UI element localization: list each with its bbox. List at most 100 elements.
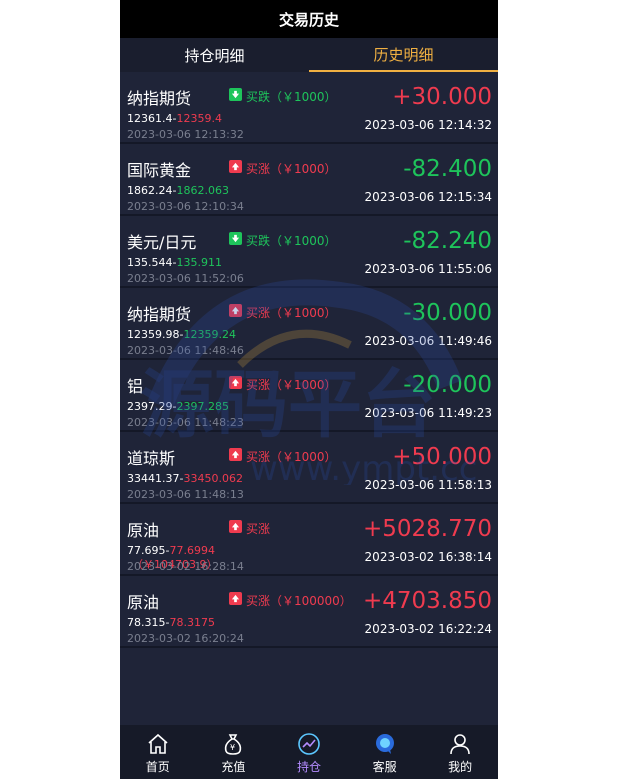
price-range: 12361.4-12359.4: [127, 112, 222, 125]
profit-value: +50.000: [392, 444, 492, 470]
instrument-name: 美元/日元: [127, 233, 197, 252]
nav-service[interactable]: 客服: [347, 725, 423, 779]
history-row[interactable]: 道琼斯 买涨（￥1000） 33441.37-33450.062 2023-03-06…: [120, 432, 498, 504]
close-price: 135.911: [176, 256, 222, 269]
direction-label: 买涨（￥1000）: [246, 450, 337, 464]
direction-label: 买跌（￥1000）: [246, 90, 337, 104]
close-price: 12359.4: [176, 112, 222, 125]
profit-value: +5028.770: [362, 516, 492, 542]
open-price: 12361.4: [127, 112, 173, 125]
instrument-name: 原油: [127, 521, 160, 540]
instrument-name: 原油: [127, 593, 160, 612]
open-price: 78.315: [127, 616, 166, 629]
close-time: 2023-03-06 12:14:32: [364, 118, 492, 132]
page-title: 交易历史: [120, 0, 498, 38]
close-time: 2023-03-06 11:49:46: [364, 334, 492, 348]
close-time: 2023-03-06 11:58:13: [364, 478, 492, 492]
price-range: 1862.24-1862.063: [127, 184, 229, 197]
user-icon: [450, 734, 470, 755]
profit-value: +30.000: [392, 84, 492, 110]
nav-home-label: 首页: [145, 760, 170, 774]
profit-value: +4703.850: [362, 588, 492, 614]
profit-value: -30.000: [403, 300, 492, 326]
nav-mine[interactable]: 我的: [422, 725, 498, 779]
arrow-down-icon: [229, 88, 242, 101]
price-range: 33441.37-33450.062: [127, 472, 243, 485]
svg-text:¥: ¥: [230, 743, 235, 752]
nav-mine-label: 我的: [448, 760, 473, 774]
open-time: 2023-03-02 16:20:24: [127, 632, 244, 645]
nav-home[interactable]: 首页: [120, 725, 196, 779]
instrument-name: 国际黄金: [127, 161, 192, 180]
price-range: 135.544-135.911: [127, 256, 222, 269]
nav-recharge[interactable]: ¥ 充值: [196, 725, 272, 779]
arrow-down-icon: [229, 232, 242, 245]
open-price: 135.544: [127, 256, 173, 269]
open-time: 2023-03-02 16:28:14: [127, 560, 244, 573]
instrument-name: 纳指期货: [127, 305, 192, 324]
arrow-up-icon: [229, 520, 242, 533]
arrow-up-icon: [229, 376, 242, 389]
instrument-name: 道琼斯: [127, 449, 176, 468]
open-time: 2023-03-06 12:10:34: [127, 200, 244, 213]
close-price: 33450.062: [183, 472, 243, 485]
service-icon: [375, 734, 394, 754]
open-time: 2023-03-06 11:48:46: [127, 344, 244, 357]
close-time: 2023-03-02 16:38:14: [364, 550, 492, 564]
arrow-up-icon: [229, 304, 242, 317]
close-time: 2023-03-06 12:15:34: [364, 190, 492, 204]
price-range: 2397.29-2397.285: [127, 400, 229, 413]
open-price: 12359.98: [127, 328, 180, 341]
history-row[interactable]: 铝 买涨（￥1000） 2397.29-2397.285 2023-03-06 11:…: [120, 360, 498, 432]
open-price: 33441.37: [127, 472, 180, 485]
arrow-up-icon: [229, 160, 242, 173]
phone-screen: 交易历史 持仓明细 历史明细 纳指期货 买跌（￥1000） 12361.4-1235…: [120, 0, 498, 779]
direction-label: 买涨（￥1000）: [246, 162, 337, 176]
arrow-up-icon: [229, 592, 242, 605]
history-row[interactable]: 美元/日元 买跌（￥1000） 135.544-135.911 2023-03-06 …: [120, 216, 498, 288]
close-price: 78.3175: [169, 616, 215, 629]
direction-label: 买涨（￥100000）: [246, 594, 352, 608]
price-range: 78.315-78.3175: [127, 616, 215, 629]
direction-label: 买涨（￥1000）: [246, 378, 337, 392]
open-time: 2023-03-06 11:52:06: [127, 272, 244, 285]
close-time: 2023-03-06 11:49:23: [364, 406, 492, 420]
profit-value: -82.240: [403, 228, 492, 254]
bottom-nav: 首页 ¥ 充值 持仓 客服 我的: [120, 725, 498, 779]
history-row[interactable]: 纳指期货 买跌（￥1000） 12361.4-12359.4 2023-03-06 1…: [120, 72, 498, 144]
home-icon: [148, 733, 168, 754]
open-price: 2397.29: [127, 400, 173, 413]
instrument-name: 纳指期货: [127, 89, 192, 108]
arrow-up-icon: [229, 448, 242, 461]
history-row[interactable]: 国际黄金 买涨（￥1000） 1862.24-1862.063 2023-03-06 …: [120, 144, 498, 216]
direction-label: 买涨: [246, 522, 271, 536]
history-row[interactable]: 原油 买涨 77.695-77.6994 （￥104703.9） 2023-03-02 …: [120, 504, 498, 576]
profit-value: -20.000: [403, 372, 492, 398]
nav-positions[interactable]: 持仓: [271, 725, 347, 779]
open-time: 2023-03-06 11:48:23: [127, 416, 244, 429]
chart-icon: [298, 733, 320, 755]
direction-label: 买跌（￥1000）: [246, 234, 337, 248]
close-price: 12359.24: [183, 328, 236, 341]
open-price: 1862.24: [127, 184, 173, 197]
close-time: 2023-03-06 11:55:06: [364, 262, 492, 276]
tab-positions[interactable]: 持仓明细: [120, 38, 309, 72]
money-bag-icon: ¥: [225, 734, 242, 755]
close-time: 2023-03-02 16:22:24: [364, 622, 492, 636]
tab-history[interactable]: 历史明细: [309, 38, 498, 72]
close-price: 1862.063: [176, 184, 229, 197]
nav-recharge-label: 充值: [221, 760, 246, 774]
history-list: 纳指期货 买跌（￥1000） 12361.4-12359.4 2023-03-06 1…: [120, 72, 498, 648]
open-time: 2023-03-06 12:13:32: [127, 128, 244, 141]
close-price: 2397.285: [176, 400, 229, 413]
nav-positions-label: 持仓: [296, 760, 321, 774]
instrument-name: 铝: [127, 377, 144, 396]
direction-label: 买涨（￥1000）: [246, 306, 337, 320]
history-row[interactable]: 纳指期货 买涨（￥1000） 12359.98-12359.24 2023-03-06…: [120, 288, 498, 360]
price-range: 12359.98-12359.24: [127, 328, 236, 341]
nav-service-label: 客服: [372, 760, 397, 774]
profit-value: -82.400: [403, 156, 492, 182]
tab-bar: 持仓明细 历史明细: [120, 38, 498, 72]
open-time: 2023-03-06 11:48:13: [127, 488, 244, 501]
history-row[interactable]: 原油 买涨（￥100000） 78.315-78.3175 2023-03-02 16…: [120, 576, 498, 648]
